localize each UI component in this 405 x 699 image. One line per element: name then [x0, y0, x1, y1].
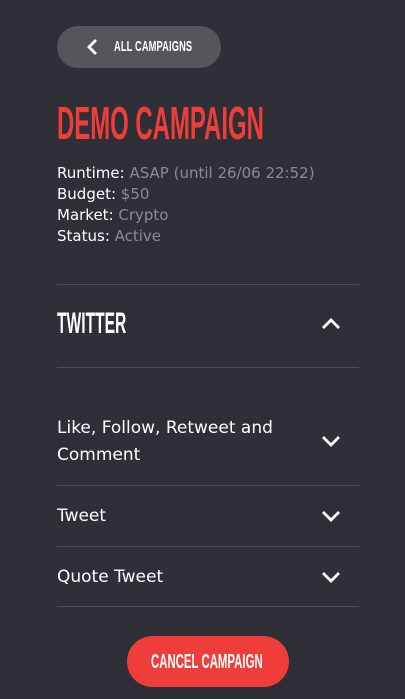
all-campaigns-label: ALL CAMPAIGNS [114, 38, 193, 55]
chevron-up-icon[interactable] [322, 316, 340, 330]
info-value: $50 [120, 185, 150, 203]
chevron-left-icon [87, 39, 97, 55]
info-row-status: Status: Active [57, 226, 315, 247]
info-colon: : [110, 185, 121, 203]
info-row-runtime: Runtime: ASAP (until 26/06 22:52) [57, 163, 315, 184]
info-key: Budget [57, 185, 111, 203]
info-key: Market [57, 206, 109, 224]
task-label: Tweet [57, 506, 107, 526]
info-value: Active [114, 227, 162, 245]
info-colon: : [108, 206, 119, 224]
info-row-market: Market: Crypto [57, 205, 315, 226]
info-key: Runtime [57, 164, 120, 182]
chevron-down-icon[interactable] [322, 510, 340, 524]
chevron-down-icon[interactable] [322, 571, 340, 585]
info-value: ASAP (until 26/06 22:52) [129, 164, 315, 182]
campaign-info: Runtime: ASAP (until 26/06 22:52) Budget… [57, 163, 315, 247]
info-key: Status [57, 227, 105, 245]
info-colon: : [104, 227, 115, 245]
info-row-budget: Budget: $50 [57, 184, 315, 205]
chevron-down-icon[interactable] [322, 435, 340, 449]
info-value: Crypto [118, 206, 169, 224]
task-label: Quote Tweet [57, 567, 164, 587]
cancel-campaign-label: CANCEL CAMPAIGN [151, 651, 263, 673]
info-colon: : [119, 164, 130, 182]
cancel-campaign-button[interactable]: CANCEL CAMPAIGN [127, 636, 289, 687]
divider [57, 606, 359, 607]
task-label: Like, Follow, Retweet and Comment [57, 418, 273, 465]
section-title-twitter: TWITTER [57, 307, 127, 340]
divider [57, 367, 359, 368]
all-campaigns-button[interactable]: ALL CAMPAIGNS [57, 26, 221, 68]
campaign-title: DEMO CAMPAIGN [57, 97, 264, 149]
